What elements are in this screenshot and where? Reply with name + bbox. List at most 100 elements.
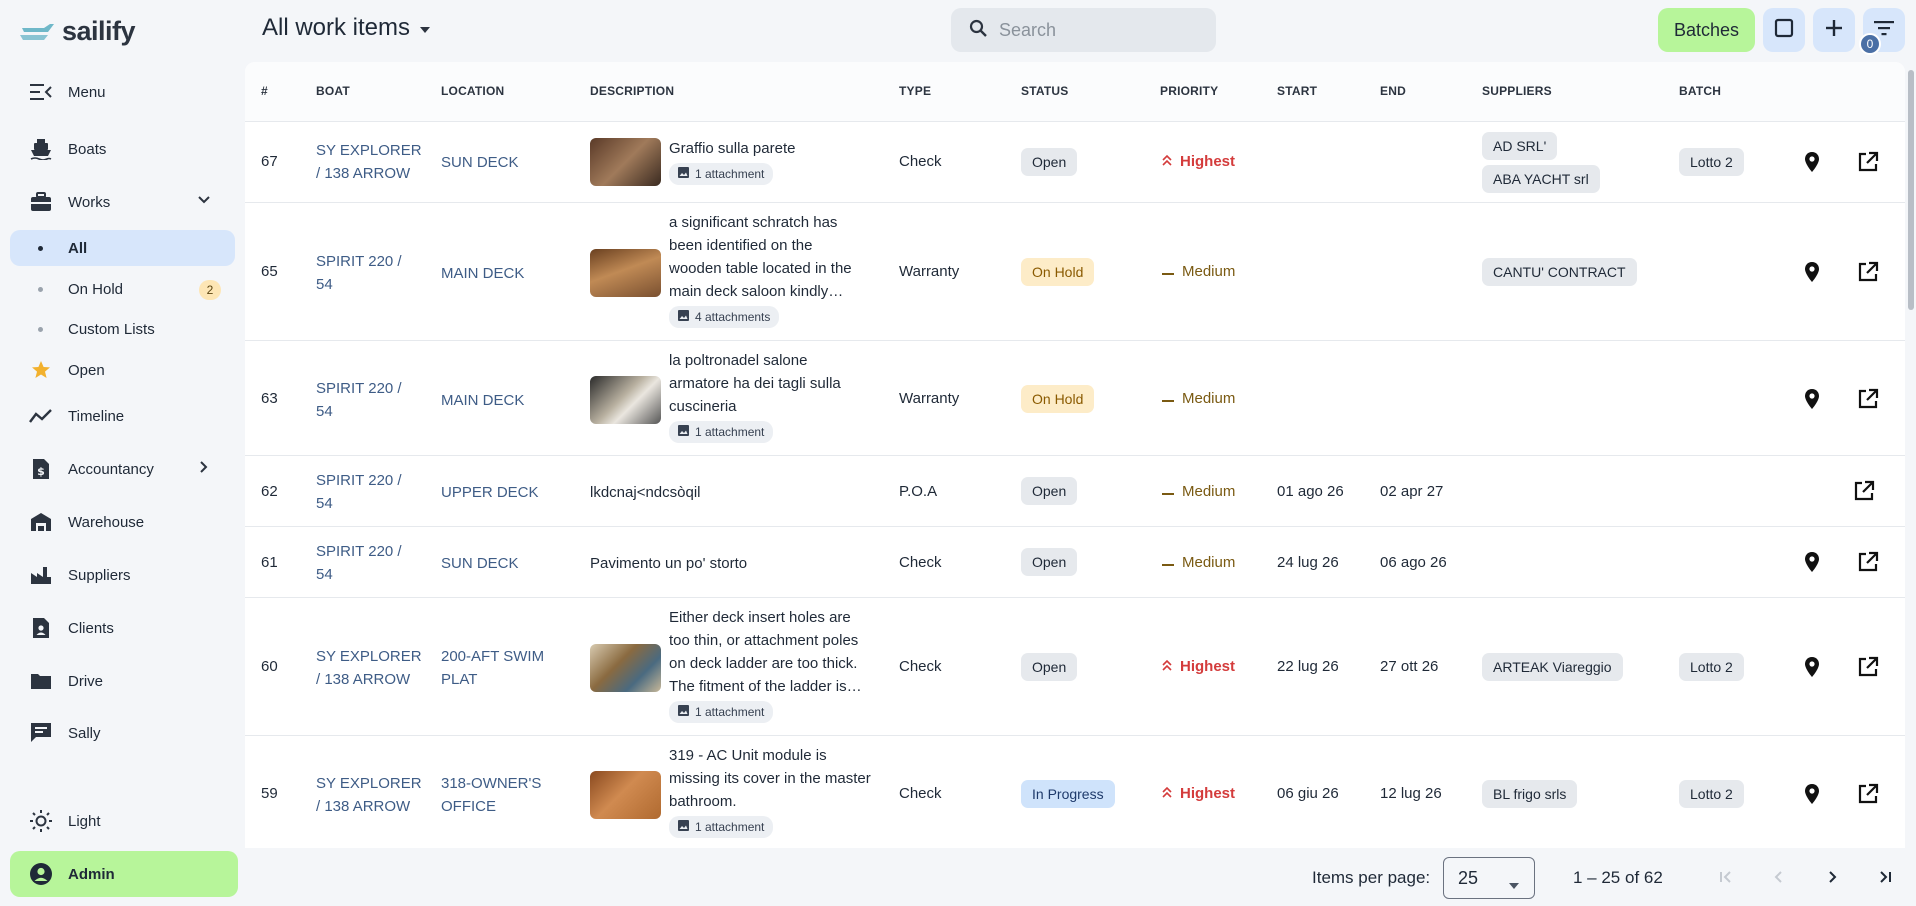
sidebar-item-accountancy[interactable]: $ Accountancy — [10, 450, 235, 488]
attachment-chip[interactable]: 1 attachment — [669, 421, 774, 443]
sidebar-item-warehouse[interactable]: Warehouse — [10, 503, 235, 541]
sidebar-item-works[interactable]: Works — [10, 183, 235, 221]
work-thumbnail[interactable] — [590, 249, 661, 297]
table-row[interactable]: 65 SPIRIT 220 / 54 MAIN DECK a significa… — [245, 203, 1905, 341]
sidebar-item-light[interactable]: Light — [10, 802, 235, 840]
open-external-icon[interactable] — [1854, 780, 1882, 808]
table-row[interactable]: 67 SY EXPLORER / 138 ARROW SUN DECK Graf… — [245, 122, 1905, 203]
work-thumbnail[interactable] — [590, 644, 661, 692]
open-external-icon[interactable] — [1854, 548, 1882, 576]
sidebar-item-suppliers[interactable]: Suppliers — [10, 556, 235, 594]
page-title-dropdown[interactable]: All work items — [262, 14, 432, 42]
table-row[interactable]: 61 SPIRIT 220 / 54 SUN DECK Pavimento un… — [245, 527, 1905, 598]
location-pin-icon[interactable] — [1798, 653, 1826, 681]
boat-link[interactable]: SY EXPLORER / 138 ARROW — [316, 772, 426, 818]
attachment-chip[interactable]: 4 attachments — [669, 306, 780, 328]
boat-link[interactable]: SPIRIT 220 / 54 — [316, 250, 411, 296]
location-link[interactable]: 200-AFT SWIM PLAT — [441, 645, 561, 691]
location-link[interactable]: SUN DECK — [441, 552, 519, 575]
sidebar-item-menu[interactable]: Menu — [10, 73, 235, 111]
open-external-icon[interactable] — [1854, 385, 1882, 413]
scrollbar-thumb[interactable] — [1908, 70, 1914, 310]
works-sub-all[interactable]: All — [10, 230, 235, 266]
type-cell: Check — [899, 785, 942, 802]
col-header-type[interactable]: TYPE — [899, 84, 931, 98]
description-text: Graffio sulla parete — [669, 140, 796, 157]
supplier-chip: CANTU' CONTRACT — [1482, 258, 1637, 286]
boat-link[interactable]: SPIRIT 220 / 54 — [316, 469, 411, 515]
attachment-chip[interactable]: 1 attachment — [669, 816, 774, 838]
table-row[interactable]: 59 SY EXPLORER / 138 ARROW 318-OWNER'S O… — [245, 736, 1905, 848]
attachment-label: 1 attachment — [695, 425, 765, 439]
col-header-suppliers[interactable]: SUPPLIERS — [1482, 84, 1552, 98]
sidebar-item-clients[interactable]: Clients — [10, 609, 235, 647]
status-badge: Open — [1021, 477, 1078, 505]
work-thumbnail[interactable] — [590, 771, 661, 819]
search-input[interactable] — [999, 19, 1199, 41]
col-header-location[interactable]: LOCATION — [441, 84, 504, 98]
previous-page-icon[interactable] — [1765, 863, 1793, 891]
col-header-batch[interactable]: BATCH — [1679, 84, 1721, 98]
col-header-description[interactable]: DESCRIPTION — [590, 84, 674, 98]
work-thumbnail[interactable] — [590, 376, 661, 424]
sidebar-item-boats[interactable]: Boats — [10, 130, 235, 168]
items-per-page-select[interactable]: 25 — [1443, 857, 1535, 899]
chevron-double-up-icon — [1162, 658, 1172, 675]
table-row[interactable]: 62 SPIRIT 220 / 54 UPPER DECK lkdcnaj<nd… — [245, 456, 1905, 527]
open-external-icon[interactable] — [1850, 477, 1878, 505]
col-header-id[interactable]: # — [261, 84, 268, 98]
bullet-icon — [38, 246, 43, 251]
last-page-icon[interactable] — [1871, 863, 1899, 891]
search-box[interactable] — [951, 8, 1216, 52]
boat-link[interactable]: SY EXPLORER / 138 ARROW — [316, 645, 426, 691]
add-work-button[interactable] — [1813, 8, 1855, 52]
open-external-icon[interactable] — [1854, 653, 1882, 681]
batch-chip: Lotto 2 — [1679, 780, 1744, 808]
priority-cell: Medium — [1162, 263, 1235, 280]
boat-link[interactable]: SY EXPLORER / 138 ARROW — [316, 139, 426, 185]
first-page-icon[interactable] — [1712, 863, 1740, 891]
location-pin-icon[interactable] — [1798, 258, 1826, 286]
items-per-page-value: 25 — [1458, 867, 1479, 888]
factory-icon — [28, 562, 54, 588]
sidebar-item-timeline[interactable]: Timeline — [10, 397, 235, 435]
open-external-icon[interactable] — [1854, 148, 1882, 176]
select-toggle-button[interactable] — [1763, 8, 1805, 52]
location-pin-icon[interactable] — [1798, 148, 1826, 176]
sidebar-item-sally[interactable]: Sally — [10, 714, 235, 752]
attachment-chip[interactable]: 1 attachment — [669, 163, 774, 185]
location-pin-icon[interactable] — [1798, 548, 1826, 576]
boat-link[interactable]: SPIRIT 220 / 54 — [316, 540, 411, 586]
sidebar-item-drive[interactable]: Drive — [10, 662, 235, 700]
open-external-icon[interactable] — [1854, 258, 1882, 286]
boat-logo-icon — [20, 24, 54, 40]
location-link[interactable]: UPPER DECK — [441, 481, 539, 504]
col-header-start[interactable]: START — [1277, 84, 1317, 98]
location-link[interactable]: MAIN DECK — [441, 262, 524, 285]
sub-item-label: All — [68, 239, 88, 257]
location-pin-icon[interactable] — [1798, 385, 1826, 413]
location-link[interactable]: MAIN DECK — [441, 389, 524, 412]
batch-chip: Lotto 2 — [1679, 148, 1744, 176]
vertical-scrollbar[interactable] — [1908, 62, 1916, 848]
attachment-chip[interactable]: 1 attachment — [669, 701, 774, 723]
location-link[interactable]: 318-OWNER'S OFFICE — [441, 772, 561, 818]
next-page-icon[interactable] — [1818, 863, 1846, 891]
work-items-table: # BOAT LOCATION DESCRIPTION TYPE STATUS … — [245, 62, 1905, 848]
work-thumbnail[interactable] — [590, 138, 661, 186]
boat-link[interactable]: SPIRIT 220 / 54 — [316, 377, 411, 423]
batches-button[interactable]: Batches — [1658, 8, 1755, 52]
col-header-boat[interactable]: BOAT — [316, 84, 350, 98]
works-sub-on-hold[interactable]: On Hold 2 — [10, 271, 235, 307]
sidebar-item-admin[interactable]: Admin — [10, 851, 238, 897]
col-header-end[interactable]: END — [1380, 84, 1406, 98]
table-row[interactable]: 60 SY EXPLORER / 138 ARROW 200-AFT SWIM … — [245, 598, 1905, 736]
works-sub-custom-lists[interactable]: Custom Lists — [10, 311, 235, 347]
app-logo[interactable]: sailify — [20, 14, 136, 48]
table-row[interactable]: 63 SPIRIT 220 / 54 MAIN DECK la poltrona… — [245, 341, 1905, 456]
location-link[interactable]: SUN DECK — [441, 151, 519, 174]
sidebar-item-open[interactable]: Open — [10, 351, 235, 389]
col-header-priority[interactable]: PRIORITY — [1160, 84, 1218, 98]
col-header-status[interactable]: STATUS — [1021, 84, 1068, 98]
location-pin-icon[interactable] — [1798, 780, 1826, 808]
